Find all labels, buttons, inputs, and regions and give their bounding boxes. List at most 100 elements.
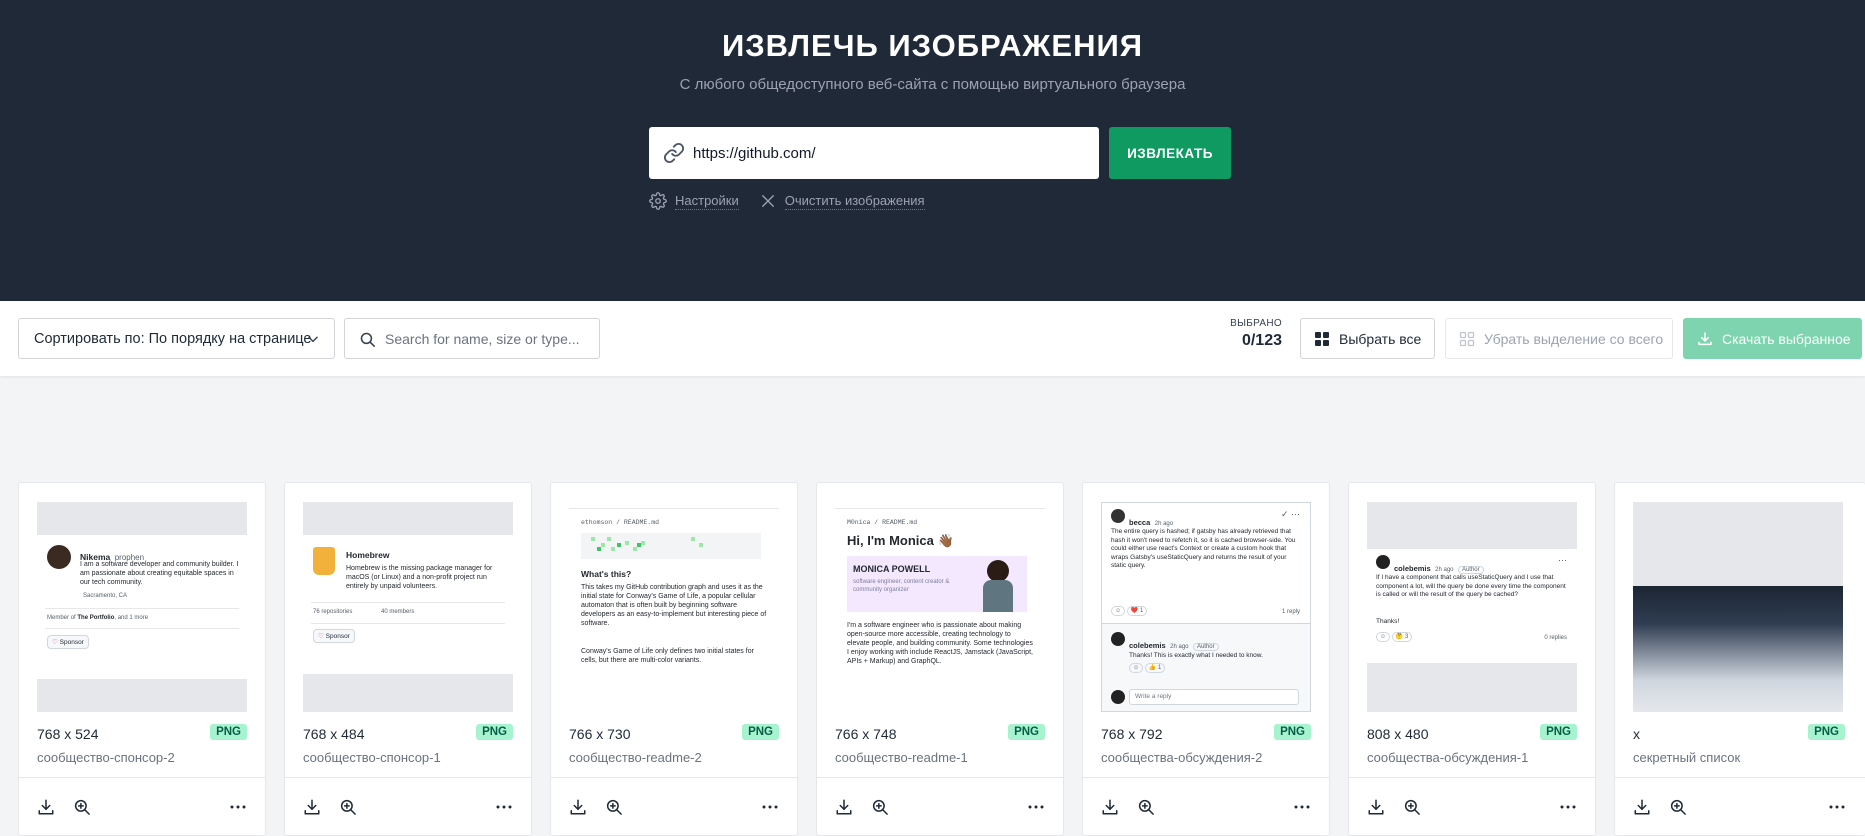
- thumb-content: ethomson / README.md What's this? This t…: [569, 508, 779, 708]
- zoom-in-icon[interactable]: [73, 798, 91, 816]
- sort-label: Сортировать по: По порядку на странице: [34, 330, 312, 347]
- selected-counter: ВЫБРАНО 0/123: [1222, 318, 1282, 350]
- image-card[interactable]: x PNG секретный список: [1614, 482, 1865, 836]
- image-thumbnail[interactable]: becca 2h ago ✓ ⋯ The entire query is has…: [1101, 502, 1311, 712]
- thumb-bio: Homebrew is the missing package manager …: [346, 565, 493, 590]
- zoom-in-icon[interactable]: [339, 798, 357, 816]
- image-thumbnail[interactable]: Nikema prophen I am a software developer…: [37, 502, 247, 712]
- zoom-in-icon[interactable]: [605, 798, 623, 816]
- thumb-location: Sacramento, CA: [83, 593, 128, 599]
- card-actions: [19, 777, 265, 836]
- download-icon[interactable]: [569, 798, 587, 816]
- comment-user: colebemis: [1394, 564, 1431, 573]
- image-card[interactable]: Nikema prophen I am a software developer…: [18, 482, 266, 836]
- grid-icon: [1315, 331, 1329, 346]
- thumb-heading: Hi, I'm Monica 👋🏾: [847, 533, 954, 548]
- more-icon[interactable]: [495, 798, 513, 816]
- thumb-paragraph: This takes my GitHub contribution graph …: [581, 584, 767, 627]
- file-type-badge: PNG: [742, 724, 779, 740]
- deselect-all-button[interactable]: Убрать выделение со всего: [1445, 318, 1673, 359]
- card-actions: [285, 777, 531, 836]
- image-dimensions: 768 x 484: [303, 726, 365, 742]
- thumb-members: 40 members: [381, 609, 415, 615]
- image-card[interactable]: colebemis 2h ago Author ⋯ If I have a co…: [1348, 482, 1596, 836]
- thumb-name: Homebrew: [346, 550, 390, 560]
- image-card[interactable]: M0nica / README.md Hi, I'm Monica 👋🏾 MON…: [816, 482, 1064, 836]
- image-thumbnail[interactable]: M0nica / README.md Hi, I'm Monica 👋🏾 MON…: [835, 502, 1045, 712]
- download-icon[interactable]: [1367, 798, 1385, 816]
- sort-select[interactable]: Сортировать по: По порядку на странице: [18, 318, 335, 359]
- image-card[interactable]: ethomson / README.md What's this? This t…: [550, 482, 798, 836]
- select-all-button[interactable]: Выбрать все: [1300, 318, 1435, 359]
- download-icon[interactable]: [303, 798, 321, 816]
- comment-body: The entire query is hashed; if gatsby ha…: [1111, 528, 1296, 569]
- zoom-in-icon[interactable]: [1137, 798, 1155, 816]
- more-icon[interactable]: [229, 798, 247, 816]
- write-reply-field: Write a reply: [1129, 689, 1299, 705]
- image-thumbnail[interactable]: [1633, 502, 1843, 712]
- image-card[interactable]: becca 2h ago ✓ ⋯ The entire query is has…: [1082, 482, 1330, 836]
- image-card[interactable]: Homebrew Homebrew is the missing package…: [284, 482, 532, 836]
- zoom-in-icon[interactable]: [1669, 798, 1687, 816]
- comment-reactions: ☺ ❤️ 1: [1111, 606, 1148, 616]
- clear-images-link[interactable]: Очистить изображения: [759, 192, 925, 210]
- avatar: [1111, 690, 1125, 704]
- chevron-down-icon: [308, 336, 318, 343]
- thumb-heading: What's this?: [581, 569, 632, 579]
- settings-label: Настройки: [675, 192, 739, 210]
- banner-title: MONICA POWELL: [853, 564, 931, 574]
- image-thumbnail[interactable]: colebemis 2h ago Author ⋯ If I have a co…: [1367, 502, 1577, 712]
- card-actions: [551, 777, 797, 836]
- search-box[interactable]: [344, 318, 600, 359]
- thumb-member-suffix: , and 1 more: [114, 615, 149, 621]
- more-icon[interactable]: [1559, 798, 1577, 816]
- thumb-bio: I am a software developer and community …: [80, 561, 239, 586]
- grid-outline-icon: [1459, 331, 1475, 346]
- download-icon[interactable]: [1101, 798, 1119, 816]
- reply-time: 2h ago: [1170, 644, 1189, 650]
- thumb-member-prefix: Member of: [47, 615, 76, 621]
- thumb-member-org: The Portfolio: [77, 615, 115, 621]
- settings-link[interactable]: Настройки: [649, 192, 739, 210]
- download-icon[interactable]: [835, 798, 853, 816]
- search-input[interactable]: [385, 319, 595, 358]
- image-name: сообщества-обсуждения-1: [1367, 750, 1529, 765]
- image-name: сообщество-readme-2: [569, 750, 702, 765]
- download-icon[interactable]: [1633, 798, 1651, 816]
- card-actions: [817, 777, 1063, 836]
- extract-button[interactable]: ИЗВЛЕКАТЬ: [1109, 127, 1231, 179]
- selected-label: ВЫБРАНО: [1230, 318, 1282, 329]
- image-dimensions: x: [1633, 726, 1640, 742]
- image-dimensions: 768 x 524: [37, 726, 99, 742]
- reply-user: colebemis: [1129, 641, 1166, 650]
- deselect-all-label: Убрать выделение со всего: [1484, 330, 1664, 347]
- zoom-in-icon[interactable]: [871, 798, 889, 816]
- gear-icon: [649, 192, 667, 210]
- comment-time: 2h ago: [1435, 567, 1454, 573]
- url-input[interactable]: [693, 127, 1088, 179]
- hero-links: Настройки Очистить изображения: [649, 190, 945, 212]
- zoom-in-icon[interactable]: [1403, 798, 1421, 816]
- image-thumbnail[interactable]: ethomson / README.md What's this? This t…: [569, 502, 779, 712]
- thumb-banner: MONICA POWELL software engineer, content…: [847, 556, 1027, 612]
- page-title: ИЗВЛЕЧЬ ИЗОБРАЖЕНИЯ: [721, 28, 1144, 63]
- card-actions: [1615, 777, 1865, 836]
- download-icon[interactable]: [37, 798, 55, 816]
- download-selected-button[interactable]: Скачать выбранное: [1683, 318, 1862, 359]
- reply-role: Author: [1192, 643, 1219, 651]
- more-icon[interactable]: [1293, 798, 1311, 816]
- contribution-graph: [581, 533, 761, 559]
- more-icon[interactable]: [1027, 798, 1045, 816]
- comment-menu-icon: ⋯: [1558, 555, 1567, 565]
- reply-reaction-count: 👍 1: [1144, 663, 1166, 673]
- more-icon[interactable]: [761, 798, 779, 816]
- comment-role: Author: [1457, 566, 1484, 574]
- file-type-badge: PNG: [1274, 724, 1311, 740]
- file-type-badge: PNG: [210, 724, 247, 740]
- avatar: [1111, 632, 1125, 646]
- image-thumbnail[interactable]: Homebrew Homebrew is the missing package…: [303, 502, 513, 712]
- clear-images-label: Очистить изображения: [784, 192, 925, 210]
- more-icon[interactable]: [1828, 798, 1846, 816]
- banner-subtitle: software engineer, content creator & com…: [853, 579, 950, 593]
- url-field[interactable]: [649, 127, 1099, 179]
